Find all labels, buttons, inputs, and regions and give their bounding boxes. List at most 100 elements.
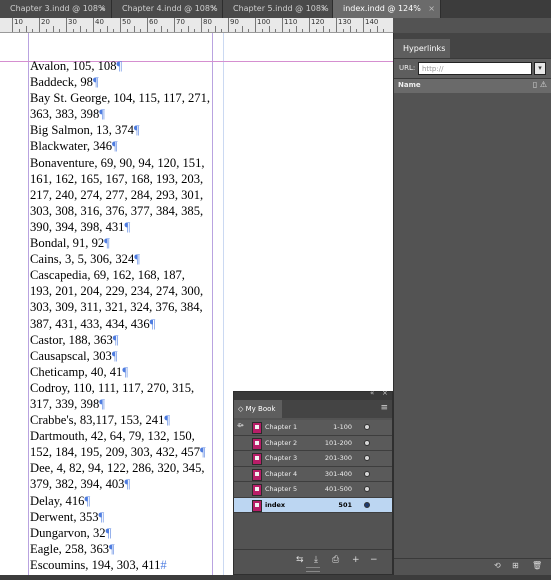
page-icon[interactable]: ▯ xyxy=(533,80,537,89)
warning-icon[interactable]: ⚠ xyxy=(540,80,547,89)
ruler-tick xyxy=(255,18,256,32)
index-entry[interactable]: Codroy, 110, 111, 117, 270, 315, xyxy=(30,380,212,396)
index-entry[interactable]: Eagle, 258, 363¶ xyxy=(30,541,212,557)
index-entry[interactable]: Crabbe's, 83,117, 153, 241¶ xyxy=(30,412,212,428)
index-entry-text: Blackwater, 346 xyxy=(30,139,113,154)
synchronize-icon[interactable]: ⇆ xyxy=(296,555,304,565)
ruler-minor-tick xyxy=(113,29,115,32)
ruler-minor-tick xyxy=(194,29,196,32)
ruler-tick xyxy=(174,18,175,32)
remove-document-icon[interactable]: − xyxy=(370,555,378,565)
book-chapter-row[interactable]: Chapter 3 201-300 xyxy=(234,451,392,467)
index-entry-text: Codroy, 110, 111, 117, 270, 315, xyxy=(30,380,195,395)
index-entry[interactable]: 317, 339, 398¶ xyxy=(30,396,212,412)
tab-label: Chapter 3.indd @ 108% xyxy=(10,4,106,13)
ruler-minor-tick xyxy=(329,29,331,32)
index-entry-text: Cheticamp, 40, 41 xyxy=(30,364,123,379)
hyperlinks-list[interactable] xyxy=(394,93,551,559)
collapse-icon[interactable]: « xyxy=(370,389,374,397)
index-entry[interactable]: Bondal, 91, 92¶ xyxy=(30,235,212,251)
close-icon[interactable]: × xyxy=(382,389,388,397)
ruler-minor-tick xyxy=(342,29,344,32)
index-entry[interactable]: 161, 162, 165, 167, 168, 193, 203, xyxy=(30,171,212,187)
index-entry[interactable]: Big Salmon, 13, 374¶ xyxy=(30,122,212,138)
index-entry[interactable]: 363, 383, 398¶ xyxy=(30,106,212,122)
ruler-minor-tick xyxy=(214,26,216,32)
pilcrow-mark: ¶ xyxy=(98,509,105,524)
index-entry[interactable]: Dee, 4, 82, 94, 122, 286, 320, 345, xyxy=(30,460,212,476)
ruler-minor-tick xyxy=(207,29,209,32)
ruler-tick xyxy=(228,18,229,32)
index-entry[interactable]: Cheticamp, 40, 41¶ xyxy=(30,364,212,380)
go-to-icon[interactable]: ⟲ xyxy=(494,561,501,570)
name-column-header[interactable]: Name xyxy=(398,81,421,89)
book-chapter-row[interactable]: Chapter 2 101-200 xyxy=(234,435,392,451)
index-entry[interactable]: 387, 431, 433, 434, 436¶ xyxy=(30,316,212,332)
ruler-label: 80 xyxy=(203,18,212,26)
book-chapter-row[interactable]: Chapter 5 401-500 xyxy=(234,482,392,498)
index-entry[interactable]: Blackwater, 346¶ xyxy=(30,138,212,154)
book-chapter-row[interactable]: index 501 xyxy=(234,497,392,513)
index-entry[interactable]: Avalon, 105, 108¶ xyxy=(30,58,212,74)
hyperlinks-tab[interactable]: Hyperlinks xyxy=(394,39,450,58)
index-entry-text: 303, 308, 316, 376, 377, 384, 385, xyxy=(30,203,204,218)
add-document-icon[interactable]: + xyxy=(352,555,360,565)
ruler-label: 100 xyxy=(257,18,271,26)
save-book-icon[interactable]: ⤓ xyxy=(314,555,318,565)
index-entry[interactable]: Baddeck, 98¶ xyxy=(30,74,212,90)
book-chapter-row[interactable]: Chapter 4 301-400 xyxy=(234,466,392,482)
chevron-down-icon[interactable]: ▾ xyxy=(534,62,546,75)
delete-icon[interactable]: 🗑 xyxy=(532,561,542,570)
indesign-document-icon xyxy=(252,453,262,465)
panel-tab-row: Hyperlinks xyxy=(394,39,551,58)
tab-chapter-3[interactable]: Chapter 3.indd @ 108% × xyxy=(0,0,112,18)
close-icon[interactable]: × xyxy=(99,0,106,18)
index-entry[interactable]: 152, 184, 195, 209, 303, 432, 457¶ xyxy=(30,444,212,460)
index-entry[interactable]: Cains, 3, 5, 306, 324¶ xyxy=(30,251,212,267)
index-entry[interactable]: 303, 309, 311, 321, 324, 376, 384, xyxy=(30,299,212,315)
tab-chapter-5[interactable]: Chapter 5.indd @ 108% × xyxy=(223,0,333,18)
index-text-frame[interactable]: Avalon, 105, 108¶ Baddeck, 98¶ Bay St. Geo… xyxy=(30,58,212,573)
resize-handle[interactable] xyxy=(306,567,320,572)
my-book-tab[interactable]: ◇ My Book xyxy=(234,400,282,418)
index-entry[interactable]: 379, 382, 394, 403¶ xyxy=(30,476,212,492)
index-entry[interactable]: Causapscal, 303¶ xyxy=(30,348,212,364)
index-entry[interactable]: Derwent, 353¶ xyxy=(30,509,212,525)
panel-menu-icon[interactable]: ≡ xyxy=(380,403,388,413)
index-entry[interactable]: Cascapedia, 69, 162, 168, 187, xyxy=(30,267,212,283)
indesign-document-icon xyxy=(252,468,262,481)
index-entry[interactable]: 303, 308, 316, 376, 377, 384, 385, xyxy=(30,203,212,219)
ruler-minor-tick xyxy=(167,29,169,32)
panel-title-bar[interactable]: « × xyxy=(234,389,392,400)
close-icon[interactable]: × xyxy=(428,0,435,18)
tab-label: Chapter 5.indd @ 108% xyxy=(233,4,329,13)
index-entry[interactable]: Dungarvon, 32¶ xyxy=(30,525,212,541)
index-entry[interactable]: 217, 240, 274, 277, 284, 293, 301, xyxy=(30,187,212,203)
tab-index[interactable]: index.indd @ 124% × xyxy=(333,0,441,18)
chapter-pages: 101-200 xyxy=(324,438,352,447)
close-icon[interactable]: × xyxy=(320,0,327,18)
ruler-label: 40 xyxy=(95,18,104,26)
print-icon[interactable]: ⎙ xyxy=(332,555,339,565)
ruler-minor-tick xyxy=(349,26,351,32)
index-entry[interactable]: Delay, 416¶ xyxy=(30,493,212,509)
chapter-pages: 1-100 xyxy=(333,423,352,431)
chapter-list: ⟴ Chapter 1 1-100 Chapter 2 101-200 Chapter 3… xyxy=(234,420,392,513)
index-entry[interactable]: 390, 394, 398, 431¶ xyxy=(30,219,212,235)
index-entry[interactable]: 193, 201, 204, 229, 234, 274, 300, xyxy=(30,283,212,299)
index-entry[interactable]: Castor, 188, 363¶ xyxy=(30,332,212,348)
horizontal-ruler[interactable]: 10 20 30 40 50 60 70 80 90 100 110 120 130 140 xyxy=(0,18,393,33)
book-chapter-row[interactable]: ⟴ Chapter 1 1-100 xyxy=(234,420,392,436)
index-entry[interactable]: Bay St. George, 104, 115, 117, 271, xyxy=(30,90,212,106)
index-entry[interactable]: Bonaventure, 69, 90, 94, 120, 151, xyxy=(30,155,212,171)
ruler-minor-tick xyxy=(86,29,88,32)
new-hyperlink-icon[interactable]: ⊞ xyxy=(512,561,519,570)
tab-chapter-4[interactable]: Chapter 4.indd @ 108% × xyxy=(112,0,223,18)
ruler-label: 60 xyxy=(149,18,158,26)
index-entry[interactable]: Dartmouth, 42, 64, 79, 132, 150, xyxy=(30,428,212,444)
url-input[interactable]: http:// xyxy=(418,62,532,75)
index-entry-text: Cains, 3, 5, 306, 324 xyxy=(30,252,135,267)
style-source-icon[interactable]: ⟴ xyxy=(237,422,244,429)
close-icon[interactable]: × xyxy=(210,0,217,18)
index-entry[interactable]: Escoumins, 194, 303, 411# xyxy=(30,557,212,573)
